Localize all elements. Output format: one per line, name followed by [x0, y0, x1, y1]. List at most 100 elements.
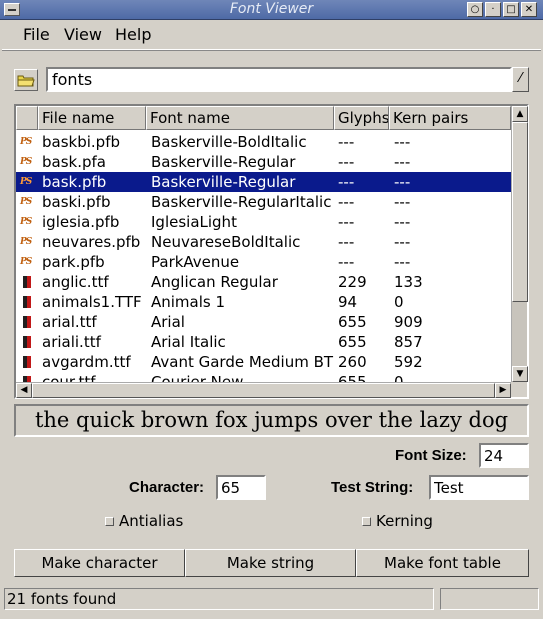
antialias-checkbox-box[interactable] [105, 517, 114, 526]
glyphs-cell: --- [338, 173, 355, 191]
vertical-scrollbar[interactable]: ▲ ▼ [511, 106, 528, 382]
list-viewport: File name Font name Glyphs Kern pairs PS… [16, 106, 511, 382]
make-string-button[interactable]: Make string [185, 549, 356, 577]
table-row[interactable]: avgardm.ttf Avant Garde Medium BT 260 592 [16, 352, 511, 372]
font-name-cell: Arial [151, 313, 185, 331]
kern-pairs-cell: --- [394, 153, 411, 171]
scroll-right-icon[interactable]: ▶ [495, 383, 511, 398]
truetype-font-icon [20, 295, 36, 309]
make-character-button[interactable]: Make character [14, 549, 185, 577]
path-input[interactable] [46, 67, 512, 92]
kern-pairs-cell: --- [394, 233, 411, 251]
font-name-cell: Avant Garde Medium BT [151, 353, 334, 371]
antialias-label: Antialias [119, 512, 184, 530]
table-row[interactable]: anglic.ttf Anglican Regular 229 133 [16, 272, 511, 292]
glyphs-cell: --- [338, 133, 355, 151]
scroll-down-icon[interactable]: ▼ [512, 366, 528, 382]
postscript-font-icon: PS [20, 177, 32, 187]
file-name-cell: baski.pfb [42, 193, 111, 211]
kern-pairs-cell: 592 [394, 353, 423, 371]
scroll-left-icon[interactable]: ◀ [16, 383, 32, 398]
header-font-name[interactable]: Font name [146, 106, 334, 130]
maximize-icon[interactable]: □ [503, 2, 519, 17]
table-row[interactable]: PS neuvares.pfb NeuvareseBoldItalic --- --- [16, 232, 511, 252]
glyphs-cell: --- [338, 233, 355, 251]
truetype-font-icon [20, 335, 36, 349]
postscript-font-icon: PS [20, 137, 32, 147]
postscript-font-icon: PS [20, 217, 32, 227]
kern-pairs-cell: --- [394, 253, 411, 271]
chevron-down-icon: ⁄ [519, 71, 522, 86]
kerning-label: Kerning [376, 512, 433, 530]
truetype-font-icon [20, 375, 36, 382]
menu-bar: File View Help [2, 20, 541, 50]
kern-pairs-cell: --- [394, 193, 411, 211]
header-glyphs[interactable]: Glyphs [334, 106, 389, 130]
table-row[interactable]: PS bask.pfb Baskerville-Regular --- --- [16, 172, 511, 192]
file-name-cell: anglic.ttf [42, 273, 109, 291]
table-row[interactable]: PS bask.pfa Baskerville-Regular --- --- [16, 152, 511, 172]
table-row[interactable]: PS iglesia.pfb IglesiaLight --- --- [16, 212, 511, 232]
kerning-checkbox-box[interactable] [362, 517, 371, 526]
file-name-cell: arial.ttf [42, 313, 97, 331]
close-icon[interactable]: ✕ [521, 2, 537, 17]
font-name-cell: ParkAvenue [151, 253, 240, 271]
glyphs-cell: 229 [338, 273, 367, 291]
scroll-up-icon[interactable]: ▲ [512, 106, 528, 122]
file-name-cell: bask.pfa [42, 153, 106, 171]
glyphs-cell: 94 [338, 293, 358, 311]
horizontal-scroll-thumb[interactable] [32, 383, 495, 398]
scroll-corner [511, 382, 527, 397]
glyphs-cell: 655 [338, 313, 367, 331]
font-name-cell: NeuvareseBoldItalic [151, 233, 301, 251]
glyphs-cell: --- [338, 253, 355, 271]
file-name-cell: cour.ttf [42, 373, 96, 382]
font-name-cell: Baskerville-BoldItalic [151, 133, 307, 151]
file-name-cell: avgardm.ttf [42, 353, 131, 371]
table-row[interactable]: PS park.pfb ParkAvenue --- --- [16, 252, 511, 272]
table-row[interactable]: PS baskbi.pfb Baskerville-BoldItalic --- --- [16, 132, 511, 152]
kern-pairs-cell: 857 [394, 333, 423, 351]
truetype-font-icon [20, 315, 36, 329]
menu-view[interactable]: View [64, 25, 102, 44]
table-row[interactable]: cour.ttf Courier New 655 0 [16, 372, 511, 382]
test-string-label: Test String: [331, 479, 414, 496]
vertical-scroll-thumb[interactable] [512, 122, 528, 302]
shade-icon[interactable]: ○ [467, 2, 483, 17]
open-folder-button[interactable] [14, 69, 38, 91]
minimize-icon[interactable]: · [485, 2, 501, 17]
glyphs-cell: --- [338, 213, 355, 231]
table-row[interactable]: animals1.TTF Animals 1 94 0 [16, 292, 511, 312]
header-file-name[interactable]: File name [38, 106, 146, 130]
truetype-font-icon [20, 355, 36, 369]
font-size-input[interactable] [479, 443, 529, 468]
character-input[interactable] [216, 475, 266, 500]
header-icon-column[interactable] [16, 106, 38, 130]
menu-help[interactable]: Help [115, 25, 151, 44]
font-file-list: File name Font name Glyphs Kern pairs PS… [14, 104, 529, 399]
kern-pairs-cell: 0 [394, 293, 404, 311]
title-bar[interactable]: Font Viewer ○ · □ ✕ [0, 0, 543, 20]
table-row[interactable]: arial.ttf Arial 655 909 [16, 312, 511, 332]
file-name-cell: baskbi.pfb [42, 133, 120, 151]
file-name-cell: bask.pfb [42, 173, 107, 191]
window-title: Font Viewer [229, 1, 314, 17]
glyphs-cell: 260 [338, 353, 367, 371]
font-name-cell: Courier New [151, 373, 244, 382]
font-name-cell: Anglican Regular [151, 273, 278, 291]
header-kern-pairs[interactable]: Kern pairs [389, 106, 511, 130]
kern-pairs-cell: --- [394, 213, 411, 231]
make-font-table-button[interactable]: Make font table [356, 549, 529, 577]
postscript-font-icon: PS [20, 257, 32, 267]
menu-file[interactable]: File [23, 25, 50, 44]
truetype-font-icon [20, 275, 36, 289]
font-size-label: Font Size: [395, 447, 467, 464]
table-row[interactable]: PS baski.pfb Baskerville-RegularItalic --- -… [16, 192, 511, 212]
horizontal-scrollbar[interactable]: ◀ ▶ [16, 382, 511, 398]
test-string-input[interactable] [429, 475, 529, 500]
font-name-cell: Baskerville-RegularItalic [151, 193, 332, 211]
table-row[interactable]: ariali.ttf Arial Italic 655 857 [16, 332, 511, 352]
glyphs-cell: 655 [338, 333, 367, 351]
path-dropdown-button[interactable]: ⁄ [512, 67, 529, 92]
file-name-cell: neuvares.pfb [42, 233, 141, 251]
